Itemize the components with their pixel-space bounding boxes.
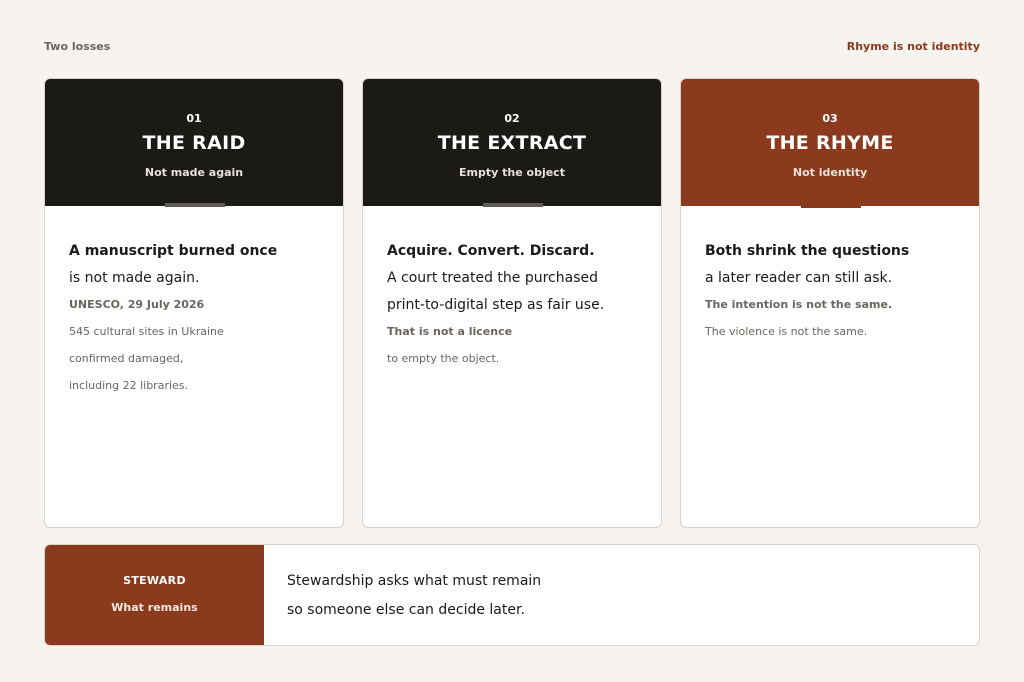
card-lead: print-to-digital step as fair use. xyxy=(387,297,605,313)
card-tab-marker xyxy=(165,203,225,207)
card-body: A manuscript burned once is not made aga… xyxy=(45,242,343,393)
card-tab-marker xyxy=(483,203,543,207)
card-header: 01 THE RAID Not made again xyxy=(45,79,343,207)
card-heading: Acquire. Convert. Discard. xyxy=(387,243,595,259)
page: Two losses Rhyme is not identity 01 THE … xyxy=(0,0,1024,682)
steward-text: so someone else can decide later. xyxy=(287,602,525,618)
card-note: confirmed damaged, xyxy=(69,352,184,365)
card-title: THE RAID xyxy=(142,132,246,154)
card-title: THE EXTRACT xyxy=(437,132,587,154)
card-rhyme: 03 THE RHYME Not identity Both shrink th… xyxy=(680,78,980,528)
section-label: Two losses xyxy=(44,40,111,53)
card-header: 02 THE EXTRACT Empty the object xyxy=(363,79,661,207)
card-extract: 02 THE EXTRACT Empty the object Acquire.… xyxy=(362,78,662,528)
card-note: 545 cultural sites in Ukraine xyxy=(69,325,224,338)
card-tab-marker xyxy=(801,204,861,208)
card-note: including 22 libraries. xyxy=(69,379,189,392)
card-body: Acquire. Convert. Discard. A court treat… xyxy=(363,242,661,366)
card-subtitle: Empty the object xyxy=(459,166,565,179)
steward-title: STEWARD xyxy=(123,574,186,587)
card-lead: A court treated the purchased xyxy=(387,270,599,286)
card-raid: 01 THE RAID Not made again A manuscript … xyxy=(44,78,344,528)
card-heading: Both shrink the questions xyxy=(705,243,910,259)
steward-subtitle: What remains xyxy=(111,601,198,614)
card-lead: a later reader can still ask. xyxy=(705,270,893,286)
card-number: 02 xyxy=(504,112,520,125)
steward-label-block: STEWARD What remains xyxy=(45,545,264,645)
card-header: 03 THE RHYME Not identity xyxy=(681,79,979,208)
card-note: to empty the object. xyxy=(387,352,500,365)
card-meta: The intention is not the same. xyxy=(705,298,893,311)
card-meta: That is not a licence xyxy=(387,325,513,338)
card-heading: A manuscript burned once xyxy=(69,243,278,259)
card-body: Both shrink the questions a later reader… xyxy=(681,242,979,339)
card-lead: is not made again. xyxy=(69,270,200,286)
card-subtitle: Not made again xyxy=(144,166,244,179)
card-number: 01 xyxy=(186,112,202,125)
card-subtitle: Not identity xyxy=(792,166,868,179)
card-title: THE RHYME xyxy=(766,132,894,154)
card-number: 03 xyxy=(822,112,838,125)
steward-text: Stewardship asks what must remain xyxy=(287,573,542,589)
thesis-label: Rhyme is not identity xyxy=(846,40,980,53)
steward-panel: STEWARD What remains Stewardship asks wh… xyxy=(44,544,980,646)
card-note: The violence is not the same. xyxy=(705,325,868,338)
card-meta: UNESCO, 29 July 2026 xyxy=(69,298,205,311)
